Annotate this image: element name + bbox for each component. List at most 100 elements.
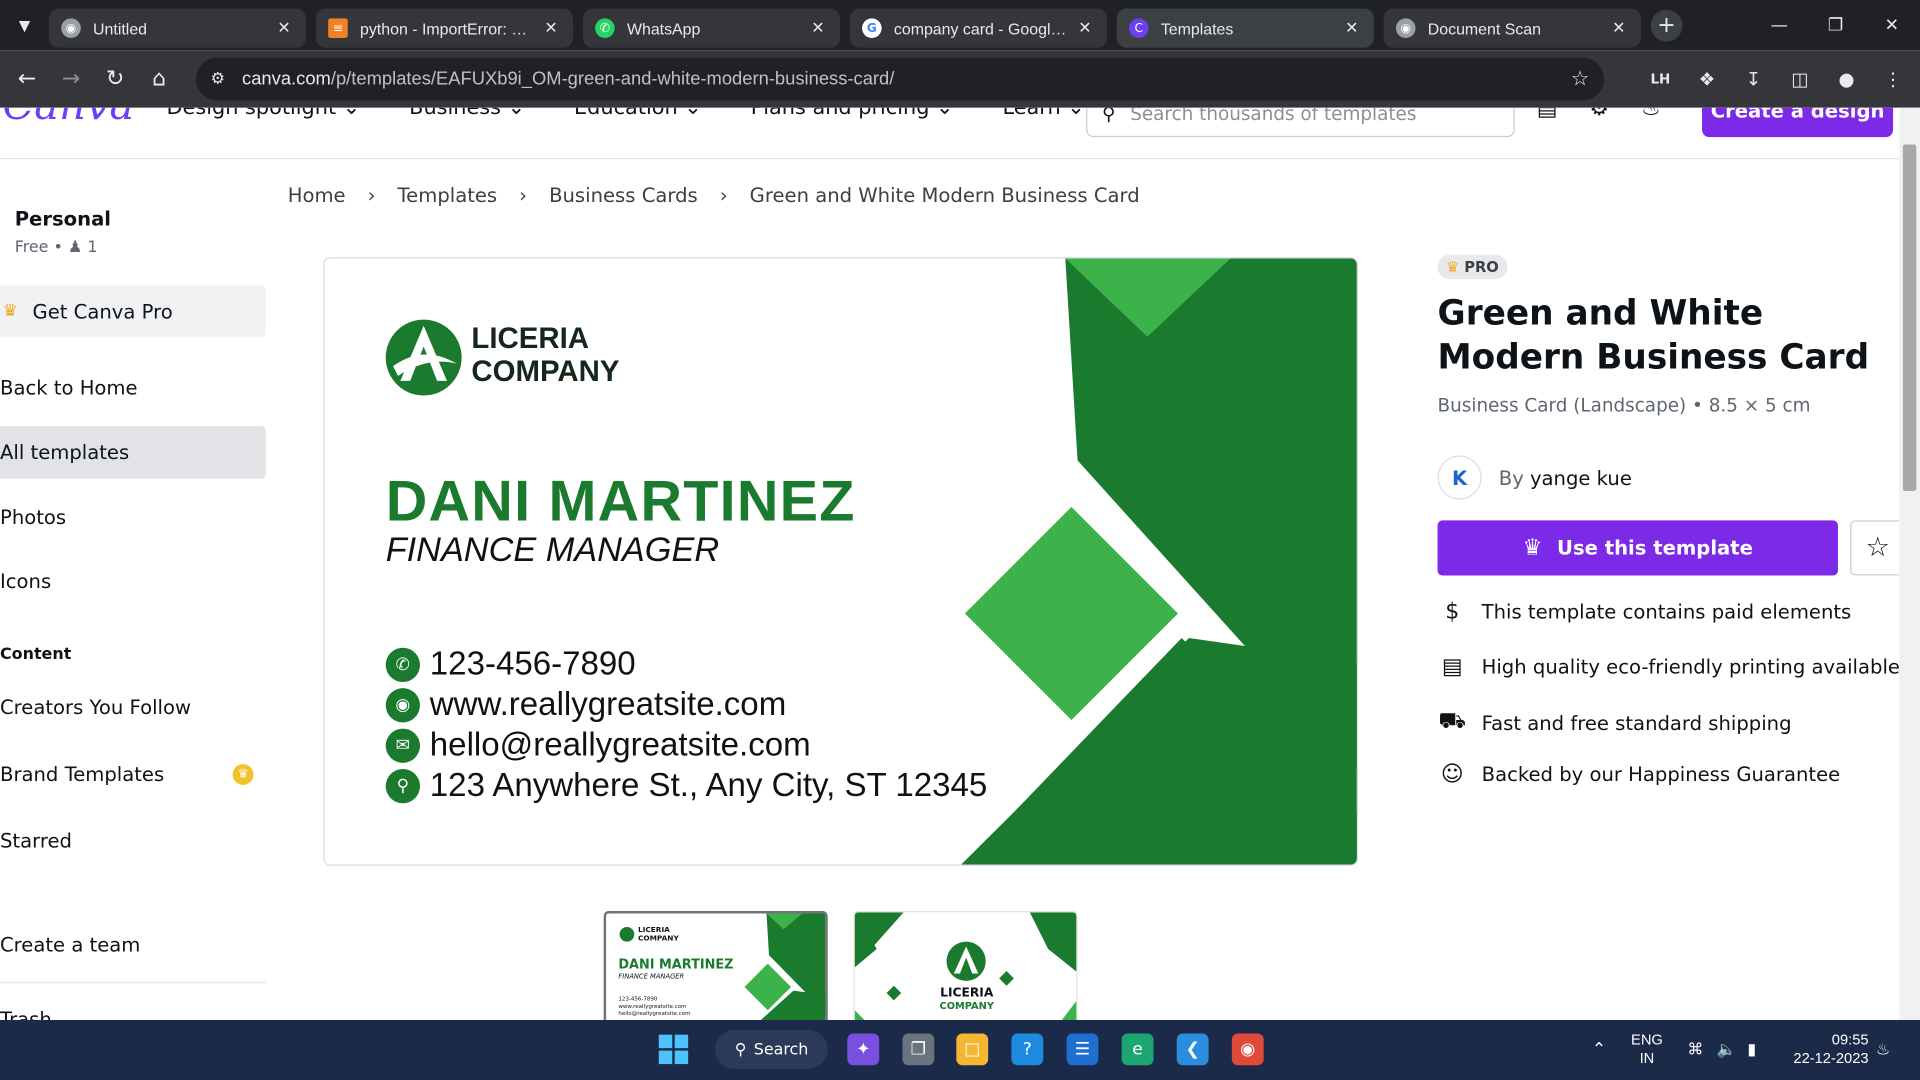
printer-icon: ▤: [1441, 653, 1463, 680]
file-explorer-icon[interactable]: □: [956, 1033, 989, 1066]
sidebar-item-starred[interactable]: Starred: [0, 829, 72, 852]
page-scrollbar[interactable]: [1899, 107, 1920, 1021]
back-arrow-icon[interactable]: ←: [5, 57, 49, 101]
edge-icon[interactable]: e: [1121, 1033, 1154, 1066]
help-icon[interactable]: ?: [1011, 1033, 1044, 1066]
notepad-icon[interactable]: ☰: [1066, 1033, 1099, 1066]
close-tab-icon[interactable]: ✕: [1075, 19, 1095, 37]
profile-avatar[interactable]: ●: [1827, 58, 1866, 101]
vscode-icon[interactable]: ❮: [1176, 1033, 1209, 1066]
download-icon[interactable]: ↧: [1734, 58, 1773, 101]
author-name[interactable]: yange kue: [1530, 466, 1632, 489]
use-template-button[interactable]: ♛ Use this template: [1437, 520, 1838, 576]
side-panel-icon[interactable]: ◫: [1780, 58, 1819, 101]
thumb-contacts: 123-456-7890 www.reallygreatsite.com hello…: [618, 997, 690, 1019]
close-tab-icon[interactable]: ✕: [274, 19, 294, 37]
person-icon: ♟: [67, 238, 83, 258]
crown-icon: ♛: [1522, 535, 1543, 561]
menu-plans-pricing[interactable]: Plans and pricing ⌄: [751, 108, 954, 120]
scrollbar-thumb[interactable]: [1902, 144, 1917, 492]
feature-item: ⛟ Fast and free standard shipping: [1438, 708, 1791, 737]
sidebar-item-all-templates[interactable]: All templates: [0, 426, 266, 479]
thumb-back-company1: LICERIA: [940, 986, 994, 1001]
chrome-icon[interactable]: ◉: [1231, 1033, 1264, 1066]
extension-lh-icon[interactable]: LH: [1641, 58, 1680, 101]
author-avatar[interactable]: K: [1437, 455, 1482, 500]
battery-icon[interactable]: ▮: [1747, 1040, 1756, 1058]
notification-bell-icon[interactable]: ♨: [1876, 1040, 1890, 1058]
extensions-puzzle-icon[interactable]: ❖: [1687, 58, 1726, 101]
window-controls: — ❐ ✕: [1751, 0, 1920, 50]
sidebar-item-photos[interactable]: Photos: [0, 506, 66, 529]
template-author: K By yange kue: [1437, 455, 1632, 500]
tab-google-search[interactable]: G company card - Google Search ✕: [849, 8, 1107, 48]
language-indicator[interactable]: ENG IN: [1631, 1031, 1663, 1068]
clock[interactable]: 09:55 22-12-2023: [1785, 1031, 1868, 1068]
wifi-icon[interactable]: ⌘: [1687, 1040, 1703, 1058]
menu-learn[interactable]: Learn ⌄: [1002, 108, 1084, 120]
sidebar-item-creators[interactable]: Creators You Follow: [0, 696, 191, 719]
close-tab-icon[interactable]: ✕: [808, 19, 828, 37]
minimize-icon[interactable]: —: [1751, 0, 1807, 50]
desktop-app-icon[interactable]: ▤: [1537, 108, 1558, 121]
browser-menu-icon[interactable]: ⋮: [1873, 58, 1912, 101]
feature-text: Backed by our Happiness Guarantee: [1481, 762, 1841, 787]
close-tab-icon[interactable]: ✕: [1609, 19, 1629, 37]
omnibox[interactable]: ⚙ canva.com/p/templates/EAFUXb9i_OM-gree…: [195, 57, 1605, 101]
reload-icon[interactable]: ↻: [93, 57, 137, 101]
tab-title: WhatsApp: [626, 18, 701, 38]
url-text[interactable]: canva.com/p/templates/EAFUXb9i_OM-green-…: [242, 69, 894, 90]
tab-stackoverflow[interactable]: ≡ python - ImportError: No module named …: [315, 8, 574, 48]
bell-icon[interactable]: ♨: [1641, 108, 1661, 121]
create-team-link[interactable]: Create a team: [0, 933, 140, 956]
sidebar-item-brand-templates[interactable]: Brand Templates: [0, 763, 164, 786]
tab-untitled[interactable]: ◉ Untitled ✕: [48, 8, 307, 48]
copilot-icon[interactable]: ✦: [847, 1033, 880, 1066]
url-host: canva.com: [242, 68, 331, 90]
card-company-line1: LICERIA: [471, 322, 589, 356]
menu-label: Learn: [1002, 108, 1060, 120]
taskbar-search-button[interactable]: ⚲ Search: [715, 1029, 828, 1069]
new-tab-button[interactable]: +: [1650, 9, 1683, 42]
tab-document-scan[interactable]: ◉ Document Scan ✕: [1383, 8, 1641, 48]
menu-business[interactable]: Business ⌄: [409, 108, 525, 120]
search-icon: ⚲: [1102, 107, 1116, 125]
create-design-button[interactable]: Create a design: [1702, 107, 1894, 138]
canva-logo[interactable]: Canva: [2, 108, 134, 130]
breadcrumb-business-cards[interactable]: Business Cards: [549, 184, 698, 207]
card-person-title: FINANCE MANAGER: [385, 530, 720, 569]
feature-text: This template contains paid elements: [1481, 600, 1852, 624]
chevron-up-icon[interactable]: ⌃: [1592, 1039, 1606, 1058]
site-settings-icon[interactable]: ⚙: [211, 70, 225, 88]
close-tab-icon[interactable]: ✕: [1342, 19, 1362, 37]
tab-whatsapp[interactable]: ✆ WhatsApp ✕: [582, 8, 841, 48]
menu-education[interactable]: Education ⌄: [574, 108, 702, 120]
get-canva-pro-button[interactable]: ♛ Get Canva Pro: [0, 285, 266, 337]
volume-icon[interactable]: 🔈: [1717, 1040, 1737, 1058]
restore-icon[interactable]: ❐: [1807, 0, 1863, 50]
gear-icon[interactable]: ⚙: [1589, 108, 1609, 121]
breadcrumb-home[interactable]: Home: [288, 184, 346, 207]
template-preview[interactable]: LICERIA COMPANY DANI MARTINEZ FINANCE MA…: [323, 257, 1358, 866]
task-view-icon[interactable]: ❐: [902, 1033, 935, 1066]
search-placeholder: Search thousands of templates: [1130, 107, 1417, 125]
thumbnail-front[interactable]: LICERIA COMPANY DANI MARTINEZ FINANCE MA…: [603, 911, 828, 1034]
forward-arrow-icon[interactable]: →: [49, 57, 93, 101]
close-tab-icon[interactable]: ✕: [541, 19, 561, 37]
home-icon[interactable]: ⌂: [137, 57, 181, 101]
thumb-title: FINANCE MANAGER: [618, 973, 685, 981]
phone-icon: ✆: [385, 647, 421, 682]
thumbnail-back[interactable]: LICERIA COMPANY: [853, 911, 1078, 1034]
menu-design-spotlight[interactable]: Design spotlight ⌄: [167, 108, 361, 120]
breadcrumb-templates[interactable]: Templates: [398, 184, 498, 207]
template-search-input[interactable]: ⚲ Search thousands of templates: [1086, 107, 1515, 138]
tab-search-chevron-icon[interactable]: ▼: [0, 0, 49, 50]
sidebar-item-icons[interactable]: Icons: [0, 569, 51, 592]
account-name[interactable]: Personal: [15, 207, 111, 230]
sidebar-item-back-home[interactable]: Back to Home: [0, 376, 138, 399]
tab-templates[interactable]: C Templates ✕: [1116, 8, 1374, 48]
bookmark-star-icon[interactable]: ☆: [1571, 67, 1590, 91]
close-window-icon[interactable]: ✕: [1864, 0, 1920, 50]
windows-start-icon[interactable]: [658, 1034, 689, 1065]
star-favorite-button[interactable]: ☆: [1850, 520, 1906, 576]
